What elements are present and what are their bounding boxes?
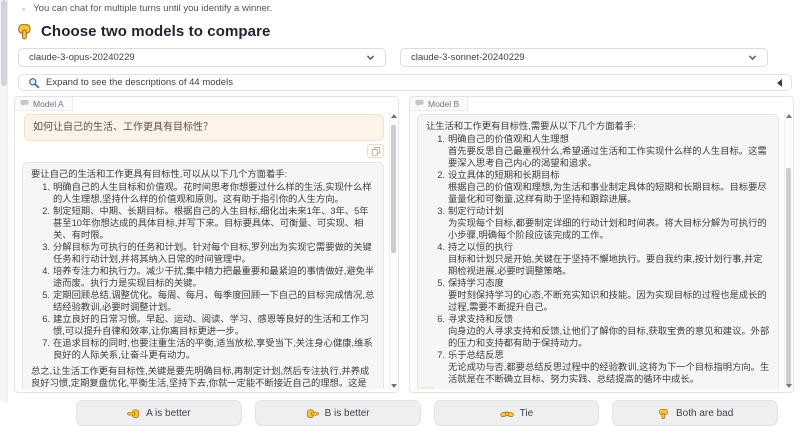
scroll-down-icon[interactable] (391, 384, 397, 388)
vote-buttons-row: A is better B is better Tie Both are bad (76, 400, 778, 426)
tie-button[interactable]: Tie (434, 400, 600, 426)
b-is-better-button[interactable]: B is better (255, 400, 421, 426)
list-item: 2. 制定短期、中期、长期目标。根据自己的人生目标,细化出未来1年、3年、5年甚… (38, 205, 375, 241)
thumbs-down-icon (657, 407, 670, 420)
point-down-icon (16, 23, 33, 40)
list-item: 1. 明确自己的人生目标和价值观。花时间思考你想要过什么样的生活,实现什么样的人… (38, 181, 375, 205)
page-scrollbar-thumb[interactable] (1, 0, 7, 86)
a-is-better-button[interactable]: A is better (76, 400, 242, 426)
page-scrollbar[interactable] (0, 0, 8, 402)
list-item: 7. 乐于总结反思无论成功与否,都要总结反思过程中的经验教训,这将为下一个目标指… (433, 349, 770, 385)
list-bullet: ◦ (22, 3, 25, 15)
notice-row: ◦ You can chat for multiple turns until … (22, 3, 794, 15)
cropped-element (419, 387, 435, 389)
list-item: 6. 寻求支持和反馈向身边的人寻求支持和反馈,让他们了解你的目标,获取宝贵的意见… (433, 313, 770, 349)
model-a-response-bubble: 要让自己的生活和工作更具有目标性,可以从以下几个方面着手: 1. 明确自己的人生… (22, 162, 384, 389)
model-b-tab: Model B (410, 97, 468, 111)
vote-label: Both are bad (676, 408, 733, 419)
response-intro: 要让自己的生活和工作更具有目标性,可以从以下几个方面着手: (31, 168, 375, 180)
scroll-up-icon[interactable] (786, 114, 792, 118)
list-item: 4. 持之以恒的执行目标和计划只是开始,关键在于坚持不懈地执行。要自我约束,按计… (433, 241, 770, 277)
notice-text: You can chat for multiple turns until yo… (33, 3, 272, 15)
list-item: 3. 制定行动计划为实现每个目标,都要制定详细的行动计划和时间表。将大目标分解为… (433, 205, 770, 241)
model-descriptions-accordion[interactable]: Expand to see the descriptions of 44 mod… (18, 74, 792, 91)
user-message-bubble: 如何让自己的生活、工作更具有目标性？ (24, 114, 384, 141)
response-list: 1. 明确自己的价值观和人生理想首先要反思自己最重视什么,希望通过生活和工作实现… (426, 133, 770, 385)
vote-label: Tie (520, 408, 534, 419)
model-b-chat-area[interactable]: 让生活和工作更有目标性,需要从以下几个方面着手: 1. 明确自己的价值观和人生理… (415, 112, 781, 389)
model-b-value: claude-3-sonnet-20240229 (411, 52, 748, 63)
accordion-label: Expand to see the descriptions of 44 mod… (46, 77, 233, 88)
vote-label: A is better (146, 408, 190, 419)
model-a-chat-area[interactable]: 如何让自己的生活、工作更具有目标性？ 要让自己的生活和工作更具有目标性,可以从以… (20, 112, 386, 389)
list-item: 2. 设立具体的短期和长期目标根据自己的价值观和理想,为生活和事业制定具体的短期… (433, 169, 770, 205)
list-item: 5. 定期回顾总结,调整优化。每周、每月、每季度回顾一下自己的目标完成情况,总结… (38, 289, 375, 313)
model-select-row: claude-3-opus-20240229 claude-3-sonnet-2… (18, 48, 792, 67)
list-item: 3. 分解目标为可执行的任务和计划。针对每个目标,罗列出为实现它需要做的关键任务… (38, 241, 375, 265)
model-b-scrollbar-thumb[interactable] (786, 168, 791, 386)
model-b-scrollbar[interactable] (784, 112, 792, 390)
chat-bubble-icon (415, 99, 424, 108)
list-item: 7. 在追求目标的同时,也要注重生活的平衡,适当放松,享受当下,关注身心健康,维… (38, 337, 375, 361)
search-icon (28, 77, 40, 89)
point-right-icon (306, 407, 319, 420)
model-a-tab: Model A (15, 97, 73, 111)
handshake-icon (500, 407, 514, 420)
model-a-panel: Model A 如何让自己的生活、工作更具有目标性？ 要让自己的生活和工作更具有… (14, 96, 399, 393)
model-b-response-bubble: 让生活和工作更有目标性,需要从以下几个方面着手: 1. 明确自己的价值观和人生理… (417, 114, 779, 389)
scroll-down-icon[interactable] (786, 384, 792, 388)
model-b-tab-label: Model B (428, 99, 459, 109)
response-intro: 让生活和工作更有目标性,需要从以下几个方面着手: (426, 120, 770, 132)
list-item: 5. 保持学习态度要时刻保持学习的心态,不断充实知识和技能。因为实现目标的过程也… (433, 277, 770, 313)
point-left-icon (127, 407, 140, 420)
model-a-dropdown[interactable]: claude-3-opus-20240229 (18, 48, 386, 67)
copy-button[interactable] (367, 144, 384, 158)
page-title: Choose two models to compare (41, 23, 271, 40)
accordion-arrow-icon (777, 79, 782, 87)
list-item: 4. 培养专注力和执行力。减少干扰,集中精力把最重要和最紧迫的事情做好,避免半途… (38, 265, 375, 289)
vote-label: B is better (325, 408, 370, 419)
chevron-down-icon (748, 54, 757, 61)
response-outro: 总之,让生活工作更有目标性,关键是要先明确目标,再制定计划,然后专注执行,并养成… (31, 365, 375, 389)
model-b-dropdown[interactable]: claude-3-sonnet-20240229 (400, 48, 768, 67)
chat-bubble-icon (20, 99, 29, 108)
model-a-scrollbar-thumb[interactable] (391, 125, 396, 253)
both-are-bad-button[interactable]: Both are bad (612, 400, 778, 426)
response-list: 1. 明确自己的人生目标和价值观。花时间思考你想要过什么样的生活,实现什么样的人… (31, 181, 375, 361)
model-a-value: claude-3-opus-20240229 (29, 52, 366, 63)
main-content: ◦ You can chat for multiple turns until … (10, 0, 798, 402)
model-a-tab-label: Model A (33, 99, 64, 109)
chat-panels-row: Model A 如何让自己的生活、工作更具有目标性？ 要让自己的生活和工作更具有… (14, 96, 794, 393)
list-item: 6. 建立良好的日常习惯。早起、运动、阅读、学习、感恩等良好的生活和工作习惯,可… (38, 313, 375, 337)
model-a-scrollbar[interactable] (389, 112, 397, 390)
list-item: 1. 明确自己的价值观和人生理想首先要反思自己最重视什么,希望通过生活和工作实现… (433, 133, 770, 169)
page-heading-row: Choose two models to compare (16, 20, 794, 42)
chevron-down-icon (366, 54, 375, 61)
copy-row (20, 144, 384, 158)
model-b-panel: Model B 让生活和工作更有目标性,需要从以下几个方面着手: 1. 明确自己… (409, 96, 794, 393)
scroll-up-icon[interactable] (391, 114, 397, 118)
